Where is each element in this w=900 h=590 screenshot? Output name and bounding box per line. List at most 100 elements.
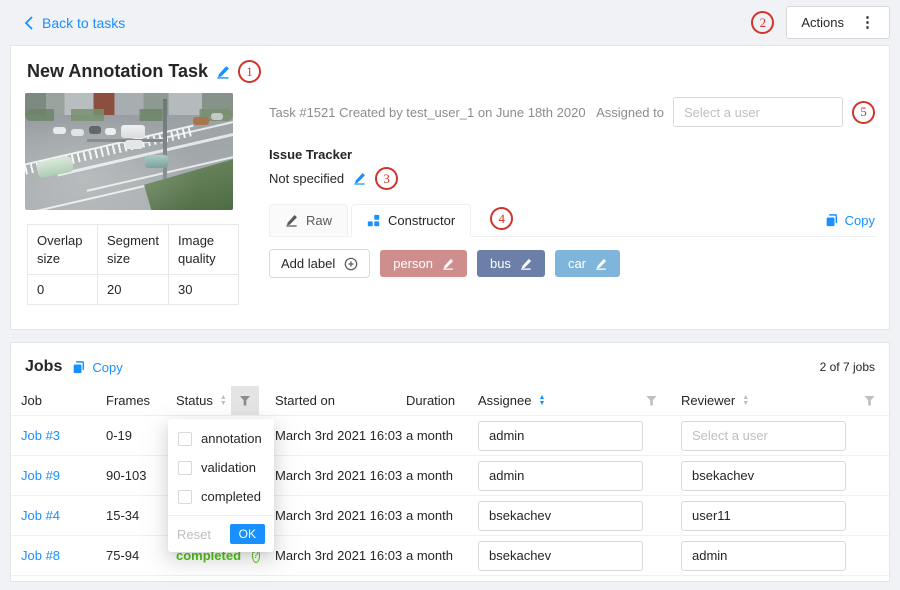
job-started-on: March 3rd 2021 16:03 bbox=[259, 468, 406, 483]
label-chip-car-name: car bbox=[568, 256, 586, 271]
annotation-circle-4: 4 bbox=[490, 207, 513, 230]
job-frames: 0-19 bbox=[106, 428, 176, 443]
copy-icon bbox=[825, 214, 838, 227]
param-value-overlap: 0 bbox=[28, 275, 98, 305]
label-edit-icon[interactable] bbox=[442, 258, 454, 270]
param-header-quality: Image quality bbox=[169, 225, 239, 275]
label-chip-bus-name: bus bbox=[490, 256, 511, 271]
assignee-input[interactable] bbox=[478, 461, 643, 491]
assignee-sort-icon[interactable]: ▲▼ bbox=[538, 395, 545, 407]
jobs-count: 2 of 7 jobs bbox=[820, 360, 875, 374]
checkbox-icon[interactable] bbox=[178, 490, 192, 504]
job-row-8: Job #8 75-94 completed ? March 3rd 2021 … bbox=[11, 536, 889, 576]
reviewer-input[interactable] bbox=[681, 541, 846, 571]
job-started-on: March 3rd 2021 16:03 bbox=[259, 428, 406, 443]
column-status: Status bbox=[176, 393, 213, 408]
status-filter-cell[interactable] bbox=[231, 386, 259, 415]
job-duration: a month bbox=[406, 508, 478, 523]
label-edit-icon[interactable] bbox=[595, 258, 607, 270]
issue-tracker-edit-icon[interactable] bbox=[353, 172, 366, 185]
add-label-button[interactable]: Add label bbox=[269, 249, 370, 278]
job-link[interactable]: Job #9 bbox=[21, 468, 60, 483]
job-frames: 75-94 bbox=[106, 548, 176, 563]
assignee-input[interactable] bbox=[478, 541, 643, 571]
label-chip-car[interactable]: car bbox=[555, 250, 620, 277]
status-sort-icon[interactable]: ▲▼ bbox=[220, 395, 227, 407]
labels-copy-link[interactable]: Copy bbox=[825, 213, 875, 228]
task-title-edit-icon[interactable] bbox=[216, 65, 230, 79]
jobs-card: Jobs Copy 2 of 7 jobs Job Frames Status … bbox=[10, 342, 890, 582]
annotation-circle-5: 5 bbox=[852, 101, 875, 124]
param-header-segment: Segment size bbox=[97, 225, 168, 275]
reviewer-input[interactable] bbox=[681, 501, 846, 531]
column-started-on: Started on bbox=[259, 393, 406, 408]
filter-option-validation[interactable]: validation bbox=[168, 453, 274, 482]
label-edit-icon[interactable] bbox=[520, 258, 532, 270]
param-header-overlap: Overlap size bbox=[28, 225, 98, 275]
back-to-tasks-link[interactable]: Back to tasks bbox=[24, 15, 125, 31]
filter-ok-button[interactable]: OK bbox=[230, 524, 265, 544]
task-parameters-table: Overlap size Segment size Image quality … bbox=[27, 224, 239, 305]
tab-raw[interactable]: Raw bbox=[269, 204, 348, 237]
column-job: Job bbox=[11, 393, 106, 408]
annotation-circle-2: 2 bbox=[751, 11, 774, 34]
param-value-segment: 20 bbox=[97, 275, 168, 305]
filter-option-completed[interactable]: completed bbox=[168, 482, 274, 511]
jobs-copy-label: Copy bbox=[92, 360, 122, 375]
reviewer-filter-icon[interactable] bbox=[864, 396, 875, 406]
annotation-circle-1: 1 bbox=[238, 60, 261, 83]
status-filter-dropdown: annotation validation completed Reset OK bbox=[168, 419, 274, 552]
job-row-4: Job #4 15-34 March 3rd 2021 16:03 a mont… bbox=[11, 496, 889, 536]
task-details-card: New Annotation Task 1 bbox=[10, 45, 890, 330]
pencil-icon bbox=[285, 214, 298, 227]
reviewer-input[interactable] bbox=[681, 421, 846, 451]
labels-tabs: Raw Constructor 4 Copy bbox=[269, 204, 875, 237]
filter-option-label: completed bbox=[201, 489, 261, 504]
job-duration: a month bbox=[406, 428, 478, 443]
task-meta-text: Task #1521 Created by test_user_1 on Jun… bbox=[269, 105, 586, 120]
actions-button[interactable]: Actions ⋮ bbox=[786, 6, 890, 39]
assignee-filter-icon[interactable] bbox=[646, 396, 657, 406]
reviewer-sort-icon[interactable]: ▲▼ bbox=[742, 395, 749, 407]
job-duration: a month bbox=[406, 468, 478, 483]
tab-raw-label: Raw bbox=[306, 213, 332, 228]
label-chip-person[interactable]: person bbox=[380, 250, 467, 277]
job-row-3: Job #3 0-19 March 3rd 2021 16:03 a month bbox=[11, 416, 889, 456]
jobs-copy-link[interactable]: Copy bbox=[72, 360, 122, 375]
assignee-input[interactable] bbox=[478, 421, 643, 451]
status-filter-icon[interactable] bbox=[240, 396, 251, 406]
filter-reset-button[interactable]: Reset bbox=[177, 527, 211, 542]
job-link[interactable]: Job #8 bbox=[21, 548, 60, 563]
filter-option-label: validation bbox=[201, 460, 256, 475]
filter-option-annotation[interactable]: annotation bbox=[168, 424, 274, 453]
add-label-button-label: Add label bbox=[281, 256, 335, 271]
blocks-icon bbox=[367, 214, 380, 227]
plus-circle-icon bbox=[344, 257, 358, 271]
column-reviewer: Reviewer bbox=[681, 393, 735, 408]
checkbox-icon[interactable] bbox=[178, 461, 192, 475]
labels-copy-label: Copy bbox=[845, 213, 875, 228]
job-link[interactable]: Job #3 bbox=[21, 428, 60, 443]
assigned-to-label: Assigned to bbox=[596, 105, 664, 120]
jobs-title: Jobs bbox=[25, 358, 62, 376]
actions-button-label: Actions bbox=[801, 15, 844, 30]
job-started-on: March 3rd 2021 16:03 bbox=[259, 548, 406, 563]
checkbox-icon[interactable] bbox=[178, 432, 192, 446]
task-title: New Annotation Task bbox=[27, 61, 208, 82]
column-frames: Frames bbox=[106, 393, 176, 408]
reviewer-input[interactable] bbox=[681, 461, 846, 491]
tab-constructor[interactable]: Constructor bbox=[351, 204, 471, 237]
more-vertical-icon[interactable]: ⋮ bbox=[860, 15, 875, 30]
job-link[interactable]: Job #4 bbox=[21, 508, 60, 523]
chevron-left-icon bbox=[24, 16, 33, 30]
jobs-table-header: Job Frames Status ▲▼ Started on Duration… bbox=[11, 386, 889, 416]
annotation-circle-3: 3 bbox=[375, 167, 398, 190]
label-chip-bus[interactable]: bus bbox=[477, 250, 545, 277]
back-to-tasks-label: Back to tasks bbox=[42, 15, 125, 31]
assigned-to-input[interactable] bbox=[673, 97, 843, 127]
label-chip-person-name: person bbox=[393, 256, 433, 271]
task-preview-image bbox=[25, 93, 233, 210]
job-frames: 15-34 bbox=[106, 508, 176, 523]
assignee-input[interactable] bbox=[478, 501, 643, 531]
job-frames: 90-103 bbox=[106, 468, 176, 483]
